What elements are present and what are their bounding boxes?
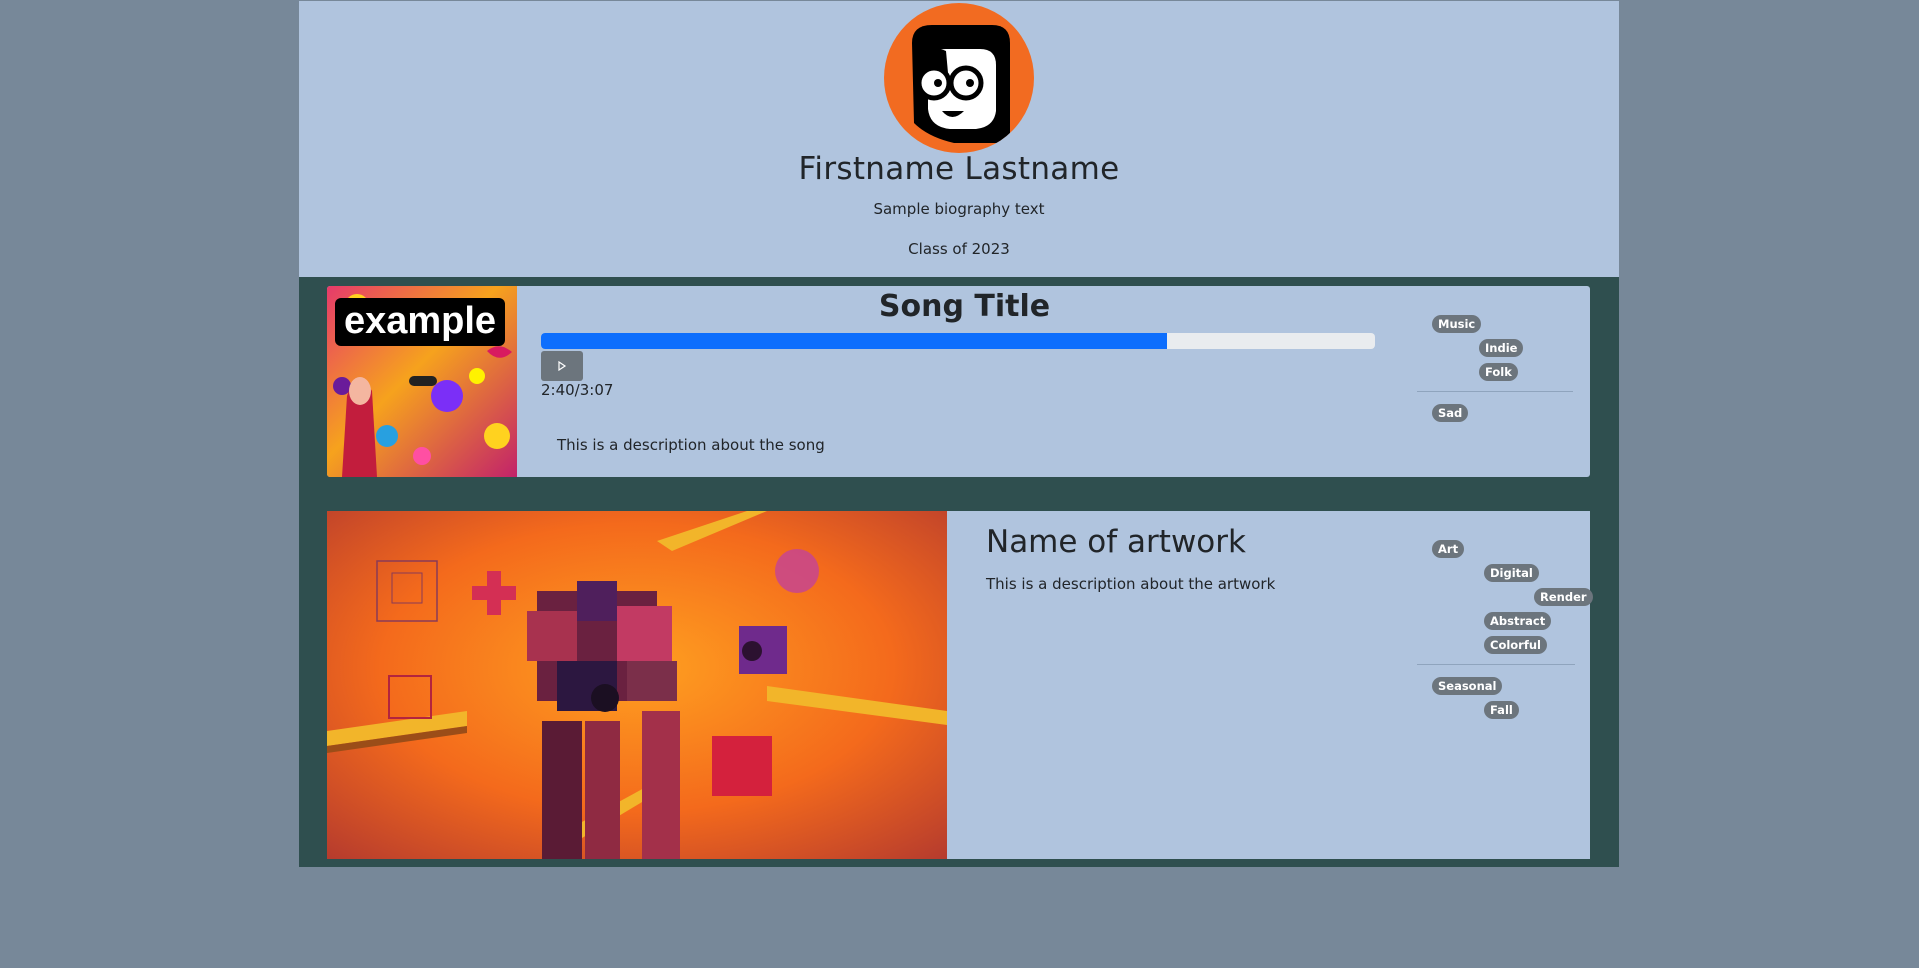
tag-fall: Fall	[1484, 701, 1519, 719]
tag-render: Render	[1534, 588, 1593, 606]
song-tags-divider	[1417, 391, 1573, 392]
tag-colorful: Colorful	[1484, 636, 1547, 654]
tag-sad: Sad	[1432, 404, 1469, 422]
profile-header: Firstname Lastname Sample biography text…	[299, 1, 1619, 277]
avatar-face-icon	[912, 25, 1010, 143]
tag-indie: Indie	[1479, 339, 1524, 357]
class-year: Class of 2023	[908, 240, 1010, 258]
tag-digital: Digital	[1484, 564, 1539, 582]
artwork-title: Name of artwork	[986, 524, 1246, 560]
tag-folk: Folk	[1479, 363, 1518, 381]
profile-name: Firstname Lastname	[798, 151, 1120, 187]
artwork-tags-divider	[1417, 664, 1575, 665]
avatar	[884, 3, 1034, 153]
song-cover-text: example	[344, 300, 496, 342]
song-progress-bar[interactable]	[541, 333, 1375, 349]
tag-seasonal: Seasonal	[1432, 677, 1503, 695]
artwork-image	[327, 511, 947, 859]
song-time: 2:40/3:07	[541, 381, 614, 399]
play-icon	[558, 361, 567, 371]
tag-art: Art	[1432, 540, 1465, 558]
play-button[interactable]	[541, 351, 583, 381]
song-description: This is a description about the song	[557, 436, 825, 454]
song-cover-art: example	[327, 286, 517, 477]
song-card: example Song Title 2:40/3:07 This is a d…	[327, 286, 1590, 477]
portfolio-page: Firstname Lastname Sample biography text…	[299, 1, 1619, 867]
song-title: Song Title	[878, 289, 1051, 324]
artwork-card: Name of artwork This is a description ab…	[327, 511, 1590, 859]
profile-bio: Sample biography text	[873, 200, 1045, 218]
artwork-description: This is a description about the artwork	[986, 575, 1276, 593]
tag-abstract: Abstract	[1484, 612, 1552, 630]
tag-music: Music	[1432, 315, 1482, 333]
song-progress-fill	[541, 333, 1167, 349]
